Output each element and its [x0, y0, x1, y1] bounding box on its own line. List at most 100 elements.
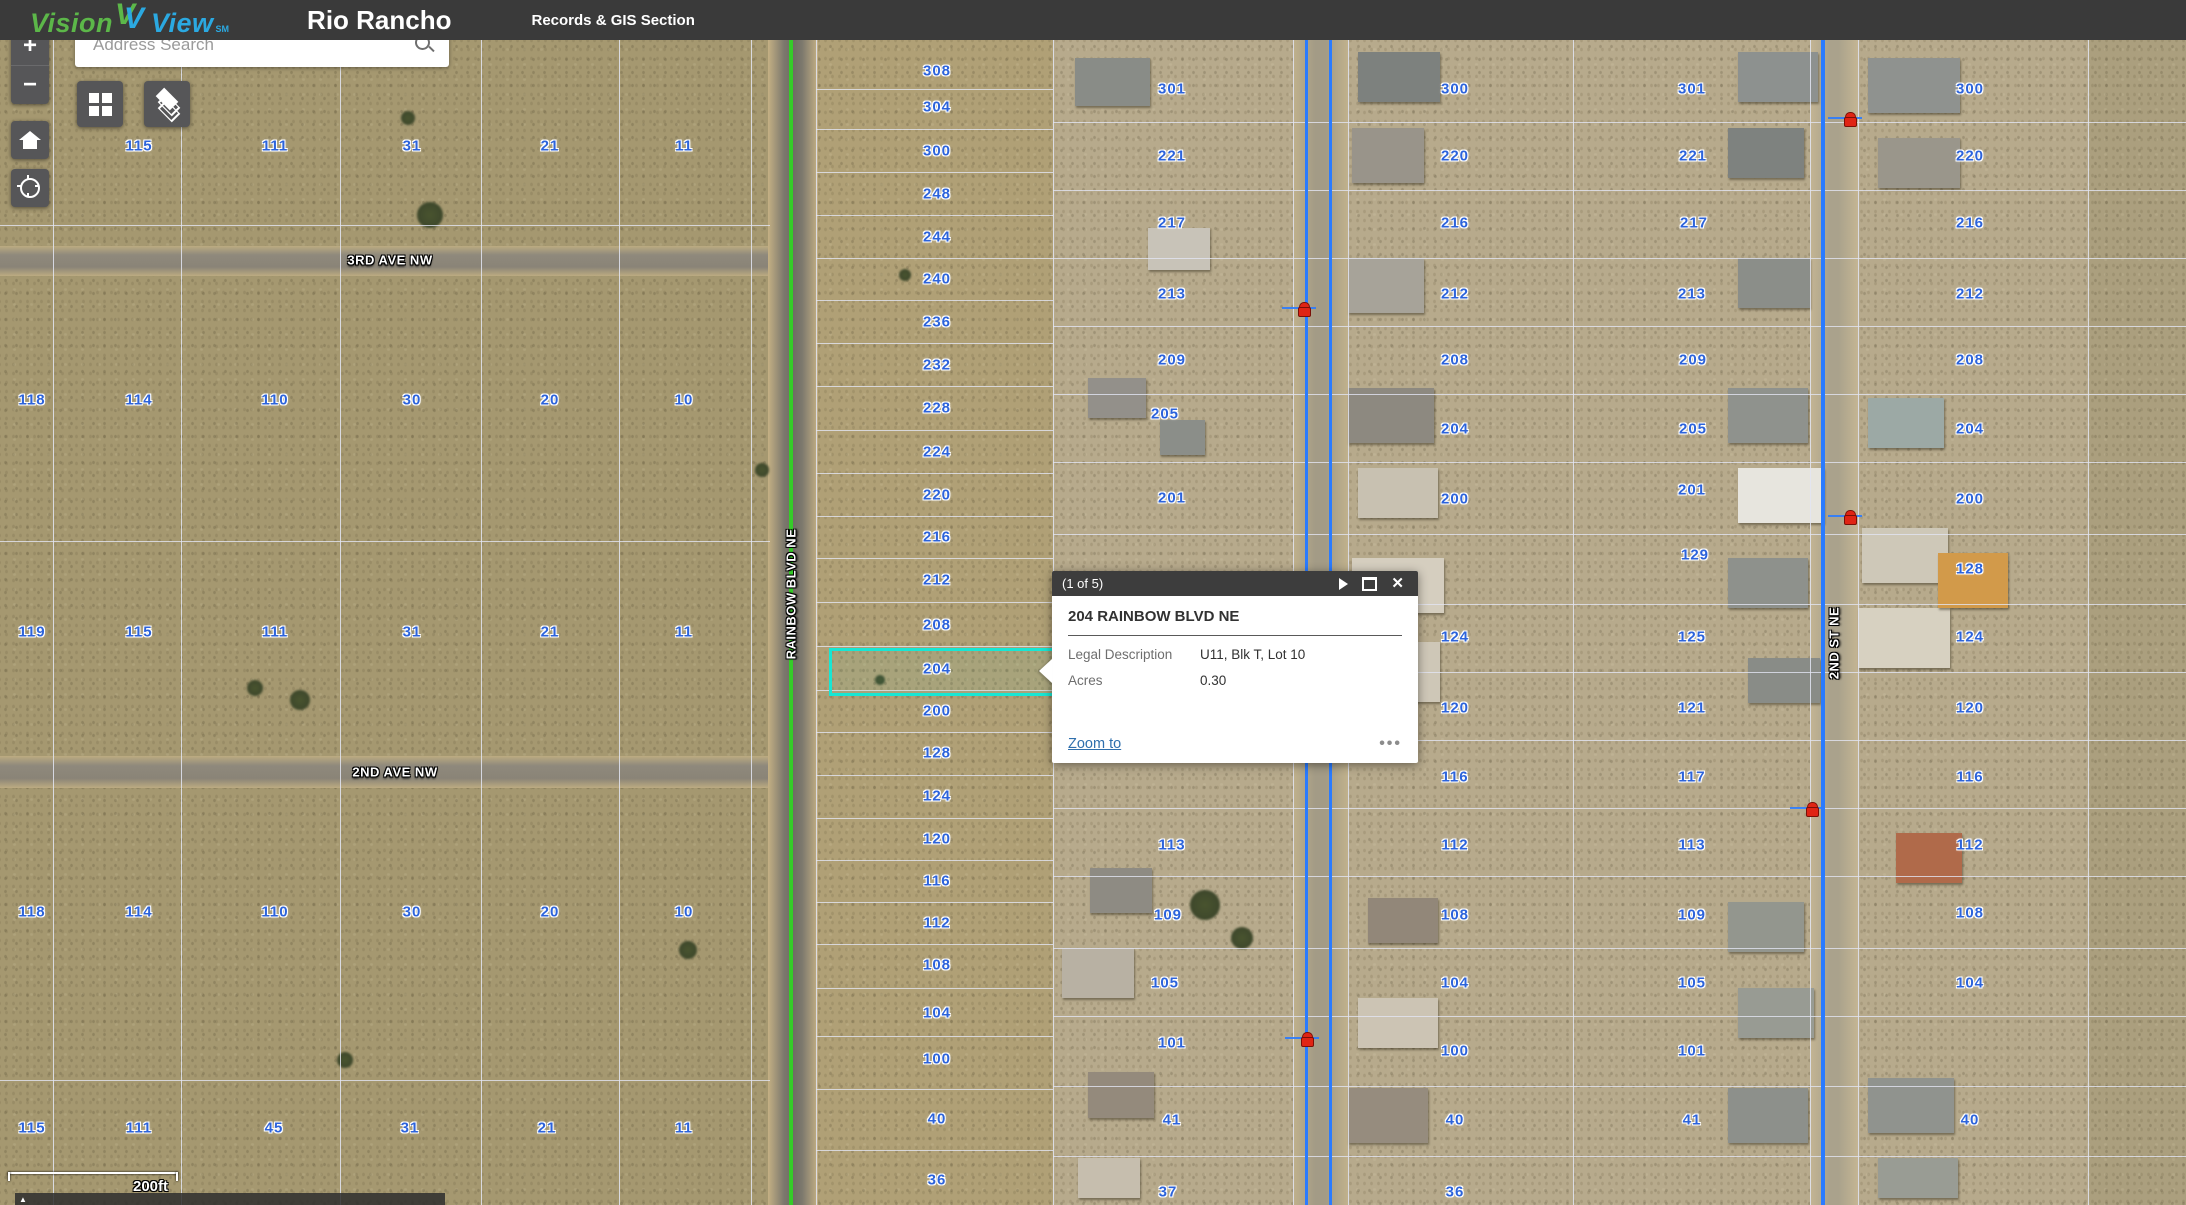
- popup-next-button[interactable]: [1339, 578, 1348, 590]
- zoom-to-link[interactable]: Zoom to: [1068, 736, 1379, 752]
- house-footprint: [1088, 378, 1146, 418]
- house-footprint: [1348, 388, 1434, 443]
- parcel-number-label: 10: [675, 904, 694, 921]
- layers-button[interactable]: [144, 81, 190, 127]
- parcel-line: [816, 732, 1053, 733]
- parcel-number-label: 115: [125, 624, 152, 641]
- parcel-number-label: 119: [18, 624, 45, 641]
- vision-view-logo: Vision VV View SM: [30, 2, 229, 39]
- parcel-number-label: 209: [1679, 352, 1707, 369]
- house-footprint: [1868, 398, 1944, 448]
- logo-sm-mark: SM: [216, 24, 230, 34]
- parcel-number-label: 108: [923, 957, 951, 974]
- parcel-number-label: 100: [923, 1051, 951, 1068]
- street-label: 2ND AVE NW: [352, 765, 437, 780]
- parcel-number-label: 116: [1956, 769, 1983, 786]
- parcel-number-label: 216: [923, 529, 951, 546]
- parcel-number-label: 212: [1441, 286, 1469, 303]
- locate-button[interactable]: [11, 169, 49, 207]
- parcel-number-label: 11: [675, 138, 693, 155]
- parcel-number-label: 217: [1158, 215, 1186, 232]
- parcel-number-label: 31: [401, 1120, 420, 1137]
- parcel-number-label: 109: [1678, 907, 1706, 924]
- parcel-number-label: 228: [923, 400, 951, 417]
- parcel-number-label: 308: [923, 63, 951, 80]
- parcel-number-label: 112: [923, 915, 950, 932]
- parcel-line: [816, 988, 1053, 989]
- parcel-number-label: 301: [1678, 81, 1706, 98]
- parcel-number-label: 11: [675, 624, 693, 641]
- parcel-number-label: 36: [1446, 1184, 1465, 1201]
- house-footprint: [1148, 228, 1210, 270]
- parcel-number-label: 125: [1678, 629, 1706, 646]
- basemap-gallery-button[interactable]: [77, 81, 123, 127]
- parcel-line: [816, 1036, 1053, 1037]
- parcel-number-label: 118: [18, 904, 45, 921]
- house-footprint: [1728, 128, 1804, 178]
- popup-close-button[interactable]: ✕: [1391, 576, 1404, 591]
- parcel-number-label: 40: [1961, 1112, 1980, 1129]
- parcel-number-label: 204: [1441, 421, 1469, 438]
- parcel-line: [816, 1089, 1053, 1090]
- parcel-line: [0, 541, 770, 542]
- popup-pointer: [1039, 659, 1052, 683]
- parcel-number-label: 30: [403, 392, 422, 409]
- parcel-line: [0, 225, 770, 226]
- parcel-number-label: 201: [1678, 482, 1706, 499]
- parcel-number-label: 221: [1679, 148, 1707, 165]
- popup-field-row: Acres 0.30: [1068, 673, 1402, 688]
- fire-hydrant-icon: [1301, 1032, 1312, 1045]
- house-footprint: [1738, 988, 1814, 1038]
- parcel-number-label: 208: [923, 617, 951, 634]
- house-footprint: [1858, 608, 1950, 668]
- parcel-number-label: 21: [541, 138, 560, 155]
- parcel-line: [0, 1080, 770, 1081]
- home-button[interactable]: [11, 121, 49, 159]
- parcel-line: [53, 40, 54, 1205]
- popup-field-row: Legal Description U11, Blk T, Lot 10: [1068, 647, 1402, 662]
- parcel-number-label: 201: [1158, 490, 1186, 507]
- parcel-number-label: 236: [923, 314, 951, 331]
- parcel-number-label: 212: [923, 572, 951, 589]
- parcel-line: [1858, 40, 1859, 1205]
- parcel-line: [816, 646, 1053, 647]
- parcel-number-label: 45: [265, 1120, 284, 1137]
- parcel-number-label: 120: [923, 831, 951, 848]
- app-header: Vision VV View SM Rio Rancho Records & G…: [0, 0, 2186, 40]
- parcel-number-label: 115: [18, 1120, 45, 1137]
- parcel-line: [1053, 948, 2186, 949]
- parcel-line: [340, 40, 341, 1205]
- more-options-button[interactable]: •••: [1379, 735, 1402, 753]
- map-canvas[interactable]: 3083043002482442402362322282242202162122…: [0, 40, 2186, 1205]
- parcel-number-label: 110: [261, 392, 288, 409]
- parcel-line: [1053, 258, 2186, 259]
- fire-hydrant-icon: [1844, 510, 1855, 523]
- parcel-number-label: 204: [1956, 421, 1984, 438]
- parcel-number-label: 21: [538, 1120, 557, 1137]
- house-footprint: [1075, 58, 1150, 106]
- popup-header[interactable]: (1 of 5) ✕: [1052, 571, 1418, 596]
- parcel-number-label: 205: [1679, 421, 1707, 438]
- field-value: U11, Blk T, Lot 10: [1200, 647, 1305, 662]
- parcel-line: [1053, 876, 2186, 877]
- popup-title: 204 RAINBOW BLVD NE: [1068, 608, 1402, 636]
- parcel-number-label: 112: [1441, 837, 1468, 854]
- parcel-line: [181, 40, 182, 1205]
- house-footprint: [1088, 1072, 1154, 1118]
- parcel-number-label: 220: [1441, 148, 1469, 165]
- popup-body: 204 RAINBOW BLVD NE Legal Description U1…: [1052, 596, 1418, 688]
- house-footprint: [1738, 468, 1824, 523]
- parcel-number-label: 21: [541, 624, 560, 641]
- attribution-bar[interactable]: ▲: [15, 1193, 445, 1205]
- parcel-number-label: 110: [261, 904, 288, 921]
- parcel-number-label: 113: [1158, 837, 1185, 854]
- house-footprint: [1368, 898, 1438, 943]
- fire-hydrant-icon: [1298, 302, 1309, 315]
- logo-word-vision: Vision: [30, 8, 113, 39]
- fire-hydrant-icon: [1806, 802, 1817, 815]
- zoom-out-button[interactable]: −: [11, 65, 49, 104]
- popup-dock-button[interactable]: [1362, 577, 1377, 591]
- parcel-line: [816, 215, 1053, 216]
- attribution-expand-icon[interactable]: ▲: [19, 1195, 27, 1204]
- house-footprint: [1078, 1158, 1140, 1198]
